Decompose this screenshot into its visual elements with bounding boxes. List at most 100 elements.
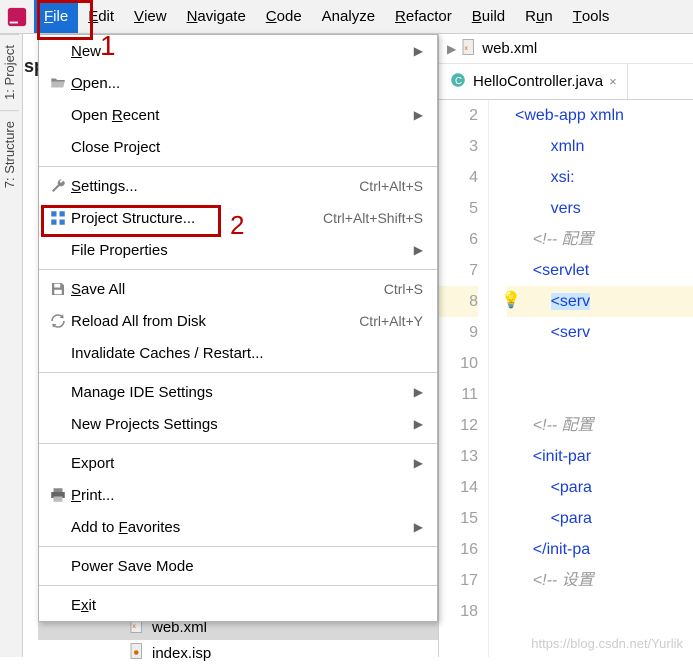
toolwindow-tab-structure[interactable]: 7: Structure [0, 110, 19, 198]
menu-item-close-project[interactable]: Close Project [39, 131, 437, 163]
editor-tabs: C HelloController.java × [439, 64, 693, 100]
code-line[interactable]: vers [507, 193, 693, 224]
menubar-item-refactor[interactable]: Refactor [385, 0, 462, 33]
chevron-right-icon: ▶ [414, 456, 423, 470]
menu-item-label: Open Recent [71, 107, 414, 124]
menu-separator [39, 443, 437, 444]
menu-item-new-projects-settings[interactable]: New Projects Settings▶ [39, 408, 437, 440]
chevron-right-icon: ▶ [414, 417, 423, 431]
menu-item-label: File Properties [71, 242, 414, 259]
code-line[interactable]: <para [507, 503, 693, 534]
menubar-item-navigate[interactable]: Navigate [177, 0, 256, 33]
menu-item-label: Print... [71, 487, 423, 504]
code-line[interactable]: <!-- 配置 [507, 410, 693, 441]
code-line[interactable]: <serv [507, 317, 693, 348]
menu-item-shortcut: Ctrl+S [384, 281, 423, 297]
editor-tab-hellocontroller[interactable]: C HelloController.java × [439, 64, 628, 99]
menubar-item-run[interactable]: Run [515, 0, 563, 33]
svg-text:C: C [455, 75, 462, 86]
menubar-item-code[interactable]: Code [256, 0, 312, 33]
line-number: 14 [439, 472, 478, 503]
code-line[interactable]: xmln [507, 131, 693, 162]
folder-open-icon [45, 74, 71, 92]
code-line[interactable]: <serv [507, 286, 693, 317]
menubar-item-edit[interactable]: Edit [78, 0, 124, 33]
menu-item-label: Exit [71, 597, 423, 614]
breadcrumb[interactable]: ▶ x web.xml [439, 34, 693, 64]
line-number: 6 [439, 224, 478, 255]
menubar-item-view[interactable]: View [124, 0, 177, 33]
menu-item-reload-all-from-disk[interactable]: Reload All from DiskCtrl+Alt+Y [39, 305, 437, 337]
save-icon [45, 280, 71, 298]
line-number: 13 [439, 441, 478, 472]
code-line[interactable]: <servlet [507, 255, 693, 286]
menu-item-label: New Projects Settings [71, 416, 414, 433]
annotation-number-2: 2 [230, 210, 244, 241]
line-number: 5 [439, 193, 478, 224]
code-line[interactable]: <para [507, 472, 693, 503]
wrench-icon [45, 177, 71, 195]
code-line[interactable]: <init-par [507, 441, 693, 472]
menu-item-add-to-favorites[interactable]: Add to Favorites▶ [39, 511, 437, 543]
menu-item-label: Project Structure... [71, 210, 323, 227]
code-line[interactable]: </init-pa [507, 534, 693, 565]
menubar-item-tools[interactable]: Tools [563, 0, 620, 33]
xml-file-icon: x [460, 38, 478, 60]
menu-item-export[interactable]: Export▶ [39, 447, 437, 479]
menu-item-invalidate-caches-restart[interactable]: Invalidate Caches / Restart... [39, 337, 437, 369]
chevron-right-icon: ▶ [414, 520, 423, 534]
menu-item-manage-ide-settings[interactable]: Manage IDE Settings▶ [39, 376, 437, 408]
menu-item-shortcut: Ctrl+Alt+Shift+S [323, 210, 423, 226]
line-number: 4 [439, 162, 478, 193]
menu-item-label: Manage IDE Settings [71, 384, 414, 401]
code-content[interactable]: <web-app xmln xmln xsi: vers <!-- 配置 <se… [507, 100, 693, 657]
line-number: 9 [439, 317, 478, 348]
menu-item-shortcut: Ctrl+Alt+S [359, 178, 423, 194]
menu-item-open[interactable]: Open... [39, 67, 437, 99]
chevron-right-icon: ▶ [447, 42, 456, 56]
menu-item-new[interactable]: New▶ [39, 35, 437, 67]
menu-item-save-all[interactable]: Save AllCtrl+S [39, 273, 437, 305]
menubar-item-analyze[interactable]: Analyze [312, 0, 385, 33]
menu-item-print[interactable]: Print... [39, 479, 437, 511]
class-icon: C [449, 71, 467, 93]
chevron-right-icon: ▶ [414, 385, 423, 399]
menu-separator [39, 269, 437, 270]
toolwindow-tab-project[interactable]: 1: Project [0, 34, 19, 110]
tree-row-index-isp[interactable]: index.isp [38, 640, 438, 666]
menu-item-exit[interactable]: Exit [39, 589, 437, 621]
close-icon[interactable]: × [609, 74, 617, 89]
code-line[interactable]: <!-- 设置 [507, 565, 693, 596]
menu-separator [39, 546, 437, 547]
code-line[interactable] [507, 348, 693, 379]
menu-item-open-recent[interactable]: Open Recent▶ [39, 99, 437, 131]
menu-item-label: New [71, 43, 414, 60]
code-line[interactable] [507, 379, 693, 410]
menu-separator [39, 166, 437, 167]
tree-row-label: index.isp [152, 645, 211, 662]
left-toolwindow-bar: 1: Project 7: Structure [0, 34, 23, 657]
menubar-item-file[interactable]: File [34, 0, 78, 33]
menu-separator [39, 372, 437, 373]
line-number: 16 [439, 534, 478, 565]
line-number: 15 [439, 503, 478, 534]
line-number: 18 [439, 596, 478, 627]
code-line[interactable]: xsi: [507, 162, 693, 193]
code-line[interactable] [507, 596, 693, 627]
line-number: 7 [439, 255, 478, 286]
menu-item-label: Add to Favorites [71, 519, 414, 536]
menu-item-shortcut: Ctrl+Alt+Y [359, 313, 423, 329]
line-number: 8 [439, 286, 478, 317]
menu-item-settings[interactable]: Settings...Ctrl+Alt+S [39, 170, 437, 202]
code-line[interactable]: <web-app xmln [507, 100, 693, 131]
code-line[interactable]: <!-- 配置 [507, 224, 693, 255]
menubar-item-build[interactable]: Build [462, 0, 515, 33]
code-editor[interactable]: 23456789101112131415161718 <web-app xmln… [439, 100, 693, 657]
line-number: 11 [439, 379, 478, 410]
editor-area: ▶ x web.xml C HelloController.java × 234… [438, 34, 693, 657]
line-number-gutter: 23456789101112131415161718 [439, 100, 489, 657]
line-number: 17 [439, 565, 478, 596]
breadcrumb-label: web.xml [482, 40, 537, 57]
intention-bulb-icon[interactable]: 💡 [501, 290, 521, 310]
menu-item-power-save-mode[interactable]: Power Save Mode [39, 550, 437, 582]
